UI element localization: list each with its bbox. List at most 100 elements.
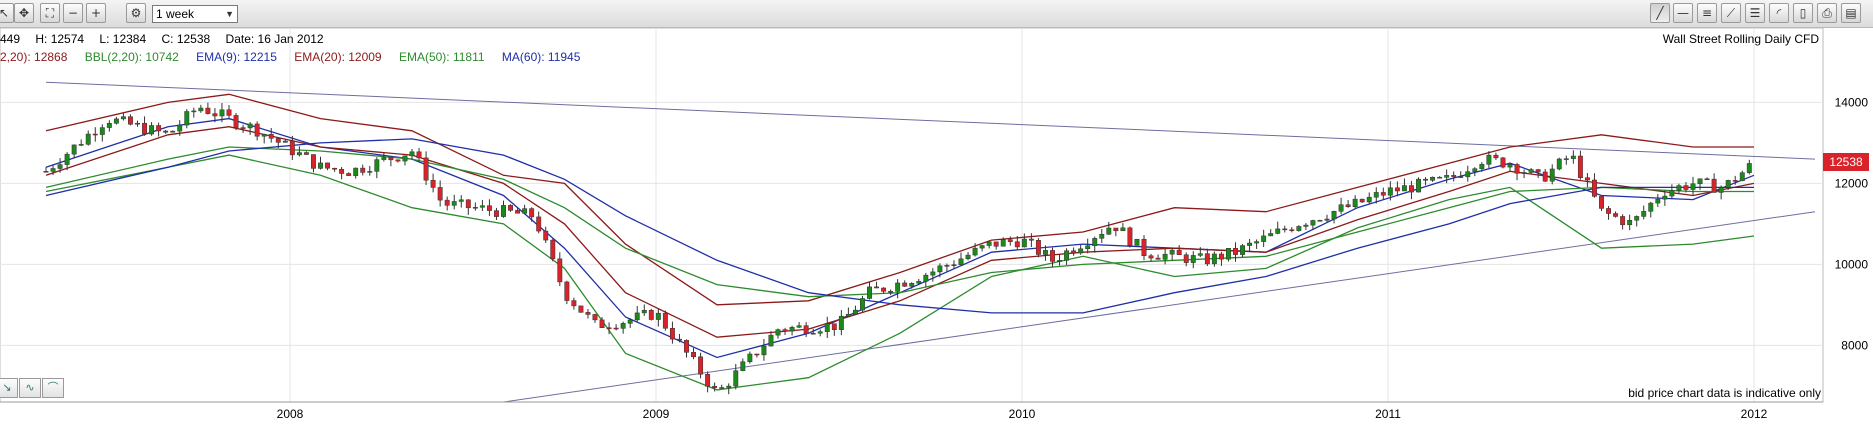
candle-down bbox=[360, 167, 366, 173]
candle-up bbox=[1549, 168, 1555, 182]
candle-down bbox=[1711, 178, 1717, 193]
candle-down bbox=[564, 281, 570, 301]
candle-down bbox=[585, 312, 591, 315]
candle-down bbox=[803, 325, 809, 334]
candle-down bbox=[388, 157, 394, 161]
candle-up bbox=[149, 125, 155, 135]
candle-down bbox=[1155, 257, 1161, 260]
candle-down bbox=[1233, 248, 1238, 255]
candle-down bbox=[205, 107, 211, 114]
candle-down bbox=[606, 327, 612, 329]
candle-down bbox=[303, 152, 309, 155]
candle-up bbox=[1641, 211, 1647, 217]
candle-up bbox=[852, 309, 858, 315]
candle-up bbox=[1000, 239, 1006, 247]
legend-ma60: MA(60): 11945 bbox=[501, 50, 581, 64]
arc-tool-icon[interactable]: ⌒ bbox=[42, 378, 64, 398]
candle-up bbox=[1627, 219, 1633, 226]
candle-up bbox=[501, 205, 506, 217]
candle-down bbox=[1014, 241, 1020, 248]
candle-up bbox=[958, 258, 964, 265]
candle-up bbox=[135, 122, 140, 125]
candle-up bbox=[99, 127, 105, 135]
high-value: H: 12574 bbox=[35, 32, 85, 46]
candle-down bbox=[888, 291, 894, 293]
plot-frame bbox=[0, 27, 1824, 403]
candle-down bbox=[325, 162, 330, 169]
x-tick-label: 2010 bbox=[1009, 407, 1036, 421]
candle-up bbox=[1697, 178, 1703, 185]
candle-up bbox=[1521, 172, 1527, 174]
candle-up bbox=[775, 329, 781, 336]
candle-down bbox=[1289, 229, 1295, 231]
candle-up bbox=[1655, 198, 1661, 204]
candle-up bbox=[1057, 260, 1062, 262]
candle-down bbox=[613, 327, 619, 330]
candle-up bbox=[120, 116, 126, 120]
candle-down bbox=[677, 338, 682, 341]
candle-down bbox=[1345, 204, 1351, 207]
candle-up bbox=[747, 353, 753, 363]
candle-down bbox=[1704, 178, 1710, 180]
candle-down bbox=[240, 127, 246, 129]
candle-down bbox=[993, 241, 999, 247]
candle-up bbox=[1099, 234, 1105, 239]
date-value: Date: 16 Jan 2012 bbox=[225, 32, 324, 46]
series-bbu-2-20- bbox=[45, 93, 1754, 306]
legend-bbu: 2,20): 12868 bbox=[0, 50, 68, 64]
candle-down bbox=[571, 300, 577, 307]
candle-down bbox=[662, 312, 668, 329]
candle-down bbox=[578, 305, 584, 313]
candle-up bbox=[1303, 224, 1309, 227]
candle-up bbox=[184, 111, 190, 126]
candle-down bbox=[1007, 239, 1013, 242]
series-ema-9- bbox=[45, 117, 1755, 359]
candle-down bbox=[705, 373, 711, 387]
candle-up bbox=[986, 241, 992, 246]
candle-down bbox=[1113, 227, 1119, 232]
candle-up bbox=[1247, 242, 1253, 246]
candle-up bbox=[1556, 158, 1562, 170]
candle-down bbox=[346, 173, 352, 176]
candle-up bbox=[50, 168, 56, 172]
candle-up bbox=[472, 207, 478, 209]
candle-up bbox=[1240, 245, 1245, 255]
candle-up bbox=[1366, 196, 1372, 203]
candle-up bbox=[409, 151, 415, 157]
candle-up bbox=[1570, 155, 1576, 159]
candle-down bbox=[1127, 227, 1133, 246]
curve-tool-icon[interactable]: ∿ bbox=[19, 378, 41, 398]
candle-up bbox=[282, 140, 288, 143]
candle-up bbox=[219, 109, 225, 117]
candle-up bbox=[177, 124, 183, 132]
candle-down bbox=[1183, 254, 1189, 263]
candle-down bbox=[1141, 238, 1147, 257]
candle-up bbox=[64, 153, 70, 165]
candle-down bbox=[494, 210, 499, 217]
candle-up bbox=[1528, 169, 1534, 173]
candle-down bbox=[1577, 155, 1583, 178]
candle-up bbox=[627, 319, 633, 324]
candle-down bbox=[881, 287, 887, 292]
candle-down bbox=[1035, 240, 1041, 255]
series-trendline-upper bbox=[45, 81, 1816, 160]
candle-down bbox=[1148, 255, 1154, 259]
candle-up bbox=[845, 313, 851, 317]
candle-down bbox=[311, 154, 316, 169]
candle-up bbox=[1669, 190, 1675, 197]
candle-up bbox=[740, 361, 746, 371]
study-tool-icon[interactable]: ↘ bbox=[0, 378, 18, 398]
candle-up bbox=[768, 334, 774, 347]
candle-up bbox=[979, 245, 985, 249]
candle-down bbox=[592, 314, 598, 321]
candle-up bbox=[191, 110, 197, 113]
grid bbox=[0, 27, 1824, 403]
candle-down bbox=[1282, 228, 1288, 231]
candle-up bbox=[1261, 235, 1267, 242]
candle-down bbox=[156, 125, 162, 132]
candle-up bbox=[1486, 154, 1492, 165]
candle-down bbox=[599, 319, 605, 328]
last-price-badge: 12538 bbox=[1823, 152, 1869, 171]
candle-down bbox=[233, 115, 239, 128]
candle-up bbox=[1078, 248, 1084, 254]
